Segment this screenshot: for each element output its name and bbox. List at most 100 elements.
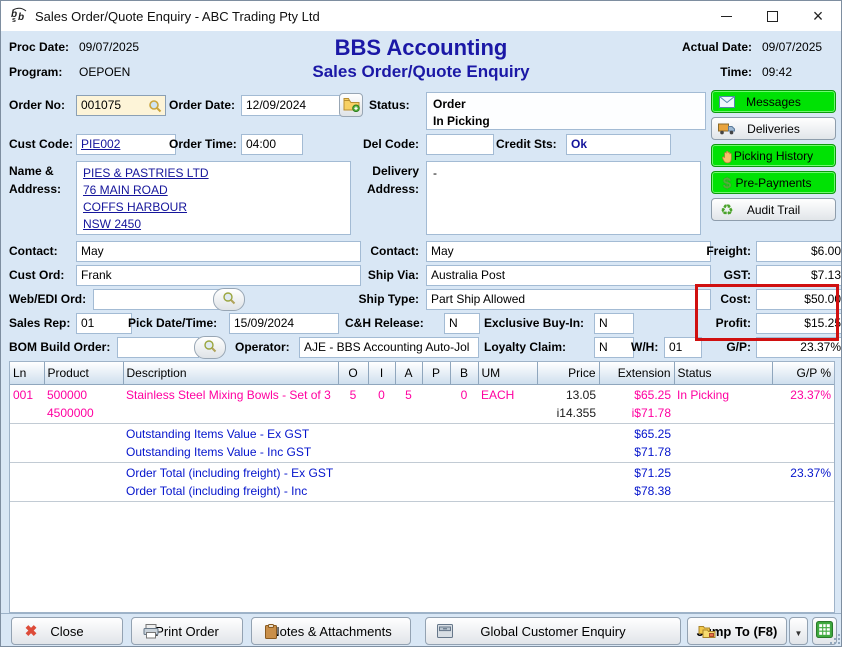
status-label: Status: [369,98,410,112]
messages-button-label: Messages [746,95,801,109]
col-ln: Ln [10,362,44,385]
summary-label: Order Total (including freight) - Ex GST [126,464,335,482]
audit-trail-button[interactable]: Audit Trail [711,198,836,221]
folder-add-icon [343,96,360,115]
order-date-lookup-button[interactable] [339,93,363,117]
col-a: A [395,362,422,385]
order-no-value: 001075 [81,98,121,112]
web-edi-field[interactable] [93,289,219,310]
address-line-link[interactable]: NSW 2450 [83,217,141,231]
exclusive-buyin-value: N [599,316,608,330]
bom-build-field[interactable] [117,337,199,358]
delivery-address-value: - [433,165,694,182]
cust-ord-field[interactable]: Frank [76,265,361,286]
deliveries-button-label: Deliveries [747,122,800,136]
print-order-button[interactable]: Print Order [131,617,243,645]
address-line-link[interactable]: 76 MAIN ROAD [83,183,168,197]
col-status: Status [674,362,772,385]
jump-to-button[interactable]: Jump To (F8) [687,617,787,645]
name-address-label-1: Name & [9,164,54,178]
order-date-field[interactable]: 12/09/2024 [241,95,343,116]
messages-button[interactable]: Messages [711,90,836,113]
cust-code-link[interactable]: PIE002 [81,137,120,151]
audit-trail-button-label: Audit Trail [747,203,800,217]
freight-field[interactable]: $6.00 [756,241,842,262]
profit-field[interactable]: $15.25 [756,313,842,334]
ship-type-field[interactable]: Part Ship Allowed [426,289,711,310]
col-um: UM [478,362,537,385]
deliveries-button[interactable]: Deliveries [711,117,836,140]
summary-value: $78.38 [602,482,671,500]
order-time-field[interactable]: 04:00 [241,134,303,155]
svg-text:s: s [12,17,16,23]
minimize-button[interactable] [703,1,749,31]
col-o: O [338,362,368,385]
cust-code-field[interactable]: PIE002 [76,134,176,155]
summary-value: $71.78 [602,443,671,461]
search-icon[interactable] [148,99,162,116]
app-logo-icon: bbs [10,7,28,26]
cell-product-1: 500000 [47,386,120,404]
loyalty-claim-field[interactable]: N [594,337,634,358]
exclusive-buyin-field[interactable]: N [594,313,634,334]
close-window-button[interactable] [795,1,841,31]
jump-to-dropdown-button[interactable] [789,617,808,645]
ship-via-field[interactable]: Australia Post [426,265,711,286]
web-edi-search-button[interactable] [213,288,245,311]
del-code-field[interactable] [426,134,494,155]
truck-icon [718,121,736,137]
client-area: Proc Date: 09/07/2025 Program: OEPOEN BB… [1,31,841,646]
contact-right-value: May [431,244,454,258]
summary-value: $71.25 [602,464,671,482]
ship-type-value: Part Ship Allowed [431,292,525,306]
bom-build-label: BOM Build Order: [9,340,110,354]
contact-left-field[interactable]: May [76,241,361,262]
cell-um: EACH [481,386,534,404]
search-icon [222,291,236,308]
bom-search-button[interactable] [194,336,226,359]
cell-o: 5 [341,386,365,404]
export-spreadsheet-button[interactable] [812,617,837,645]
ch-release-field[interactable]: N [444,313,480,334]
clipboard-icon [262,623,280,639]
address-line-link[interactable]: PIES & PASTRIES LTD [83,166,209,180]
col-p: P [422,362,450,385]
credit-sts-field[interactable]: Ok [566,134,671,155]
operator-field[interactable]: AJE - BBS Accounting Auto-Jol [299,337,479,358]
contact-right-field[interactable]: May [426,241,711,262]
picking-history-button[interactable]: Picking History [711,144,836,167]
maximize-button[interactable] [749,1,795,31]
cell-i: 0 [371,386,392,404]
outstanding-summary-row: Outstanding Items Value - Ex GSTOutstand… [10,424,834,463]
cost-value: $50.00 [804,292,841,306]
profit-label: Profit: [691,316,751,330]
cell-p [425,386,447,404]
sales-rep-field[interactable]: 01 [76,313,132,334]
resize-grip[interactable] [838,642,840,644]
time-label: Time: [641,65,752,79]
web-edi-label: Web/EDI Ord: [9,292,86,306]
table-header-row: Ln Product Description O I A P B UM Pric… [10,362,834,385]
gst-label: GST: [691,268,751,282]
global-customer-enquiry-button[interactable]: Global Customer Enquiry [425,617,681,645]
pick-datetime-field[interactable]: 15/09/2024 [229,313,339,334]
loyalty-claim-label: Loyalty Claim: [484,340,566,354]
close-button[interactable]: Close [11,617,123,645]
order-line-row[interactable]: 001 5000004500000 Stainless Steel Mixing… [10,385,834,424]
address-line-link[interactable]: COFFS HARBOUR [83,200,187,214]
loyalty-claim-value: N [599,340,608,354]
gst-field[interactable]: $7.13 [756,265,842,286]
exclusive-buyin-label: Exclusive Buy-In: [484,316,584,330]
col-extension: Extension [599,362,674,385]
ship-type-label: Ship Type: [353,292,419,306]
pre-payments-button[interactable]: Pre-Payments [711,171,836,194]
svg-text:b: b [18,12,24,23]
gp-field[interactable]: 23.37% [756,337,842,358]
notes-attachments-button[interactable]: Notes & Attachments [251,617,411,645]
cell-a: 5 [398,386,419,404]
order-no-field[interactable]: 001075 [76,95,166,116]
cust-code-label: Cust Code: [9,137,73,151]
picking-history-button-label: Picking History [734,149,813,163]
cell-ln: 001 [13,386,41,404]
cost-field[interactable]: $50.00 [756,289,842,310]
